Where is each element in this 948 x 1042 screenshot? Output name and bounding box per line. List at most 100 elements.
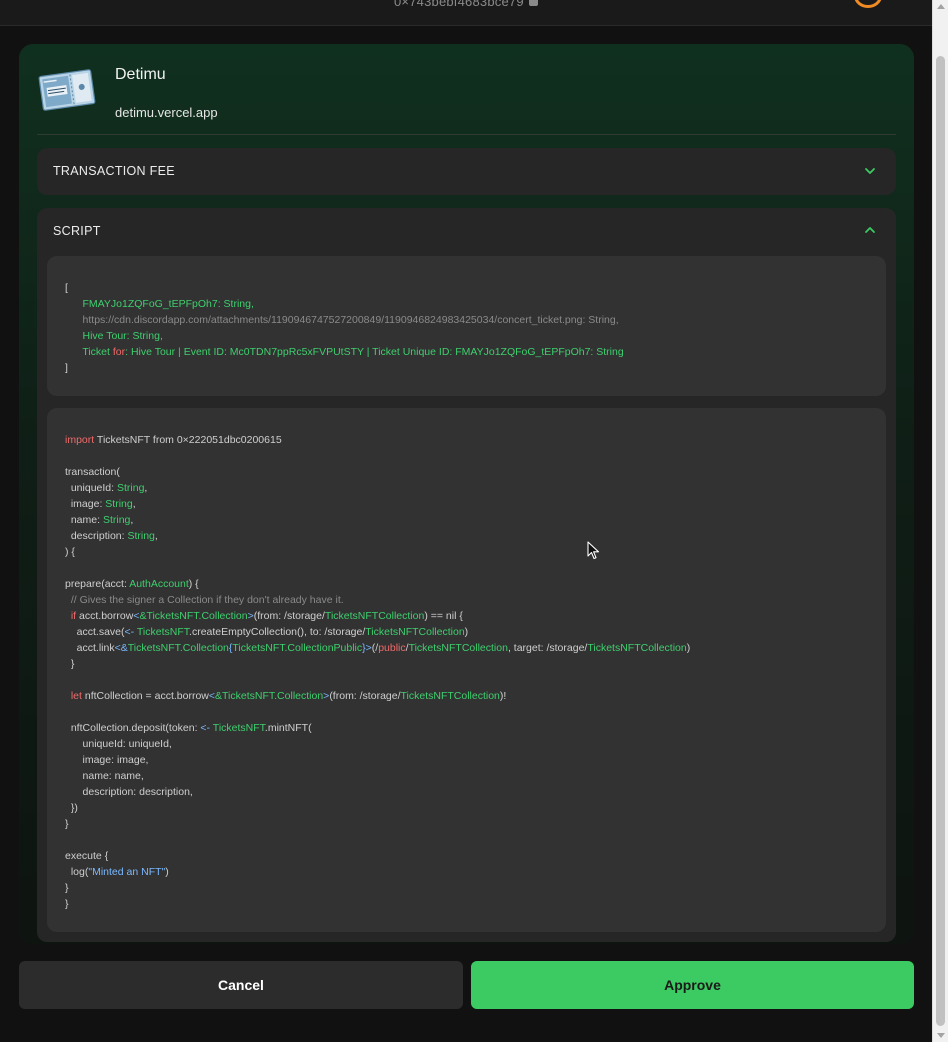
- code-line: import TicketsNFT from 0×222051dbc020061…: [65, 432, 868, 448]
- cancel-button[interactable]: Cancel: [19, 961, 463, 1009]
- keyword: let: [70, 690, 82, 702]
- code-text: ,: [154, 530, 158, 542]
- scroll-up-icon[interactable]: [937, 4, 945, 9]
- code-line: acct.save(<- TicketsNFT.createEmptyColle…: [65, 624, 868, 640]
- avatar[interactable]: [854, 0, 882, 8]
- scroll-down-icon[interactable]: [937, 1033, 945, 1038]
- code-text: prepare(acct:: [65, 578, 127, 590]
- code-line: https://cdn.discordapp.com/attachments/1…: [65, 312, 868, 328]
- code-line: }: [65, 896, 868, 912]
- code-text: ,: [144, 482, 148, 494]
- code-line: image: image,: [65, 752, 868, 768]
- code-line: nftCollection.deposit(token: <- TicketsN…: [65, 720, 868, 736]
- code-text: ,: [130, 514, 134, 526]
- code-line: if acct.borrow<&TicketsNFT.Collection>(f…: [65, 608, 868, 624]
- code-line: }: [65, 816, 868, 832]
- account-address: 0×743bebf4683bce79: [394, 0, 524, 9]
- code-text: acct.link: [76, 642, 115, 654]
- code-line: acct.link<&TicketsNFT.Collection{Tickets…: [65, 640, 868, 656]
- code-text: name:: [70, 514, 101, 526]
- bracket-close: ]: [65, 362, 68, 374]
- code-line: ) {: [65, 544, 868, 560]
- code-text: uniqueId:: [70, 482, 115, 494]
- transaction-fee-title: TRANSACTION FEE: [53, 164, 175, 178]
- app-name: Detimu: [115, 66, 166, 83]
- code-line: }): [65, 800, 868, 816]
- code-line: description: description,: [65, 784, 868, 800]
- code-line: let nftCollection = acct.borrow<&Tickets…: [65, 688, 868, 704]
- code-text: uniqueId: uniqueId,: [82, 738, 172, 750]
- code-text: }: [65, 898, 69, 910]
- type-name: TicketsNFT.CollectionPublic: [232, 642, 363, 654]
- code-line: transaction(: [65, 464, 868, 480]
- argument: FMAYJo1ZQFoG_tEPFpOh7: String,: [82, 298, 254, 310]
- scrollbar[interactable]: [932, 0, 948, 1042]
- string-literal: "Minted an NFT": [88, 866, 166, 878]
- type-name: TicketsNFT.Collection: [127, 642, 229, 654]
- keyword: for: [112, 346, 126, 358]
- argument: Hive Tour: String,: [82, 330, 163, 342]
- type-name: TicketsNFTCollection: [587, 642, 687, 654]
- code-text: image: image,: [82, 754, 149, 766]
- code-text: }: [65, 818, 69, 830]
- code-line: name: String,: [65, 512, 868, 528]
- cadence-code-box: import TicketsNFT from 0×222051dbc020061…: [47, 408, 886, 932]
- code-line: Hive Tour: String,: [65, 328, 868, 344]
- code-line: log("Minted an NFT"): [65, 864, 868, 880]
- code-line: }: [65, 656, 868, 672]
- code-text: }: [65, 882, 69, 894]
- transaction-fee-section[interactable]: TRANSACTION FEE: [37, 148, 896, 195]
- code-line: uniqueId: String,: [65, 480, 868, 496]
- code-line: prepare(acct: AuthAccount) {: [65, 576, 868, 592]
- code-text: name: name,: [82, 770, 144, 782]
- argument-prefix: Ticket: [82, 346, 110, 358]
- script-section: SCRIPT [ FMAYJo1ZQFoG_tEPFpOh7: String, …: [37, 208, 896, 942]
- code-text: acct.save(: [76, 626, 125, 638]
- code-text: .createEmptyCollection(), to: /storage/: [189, 626, 366, 638]
- code-text: )!: [499, 690, 507, 702]
- code-line: uniqueId: uniqueId,: [65, 736, 868, 752]
- type-name: TicketsNFT: [136, 626, 190, 638]
- punct: }>: [362, 642, 372, 654]
- code-line: // Gives the signer a Collection if they…: [65, 592, 868, 608]
- arguments-box: [ FMAYJo1ZQFoG_tEPFpOh7: String, https:/…: [47, 256, 886, 396]
- code-line: description: String,: [65, 528, 868, 544]
- code-text: description:: [70, 530, 125, 542]
- code-text: ) == nil {: [424, 610, 463, 622]
- chevron-down-icon[interactable]: [864, 165, 876, 177]
- argument: : Hive Tour | Event ID: Mc0TDN7ppRc5xFVP…: [125, 346, 624, 358]
- punct: <-: [200, 722, 211, 734]
- chevron-up-icon[interactable]: [864, 224, 876, 236]
- scrollbar-thumb[interactable]: [936, 56, 945, 1026]
- type-name: String: [116, 482, 145, 494]
- copy-icon[interactable]: [529, 0, 538, 6]
- type-name: TicketsNFTCollection: [400, 690, 500, 702]
- type-name: &TicketsNFT.Collection: [139, 610, 248, 622]
- divider: [37, 134, 896, 135]
- argument-type: : String,: [582, 314, 619, 326]
- keyword: import: [65, 434, 95, 446]
- app-url: detimu.vercel.app: [115, 105, 218, 120]
- code-text: image:: [70, 498, 103, 510]
- type-name: TicketsNFT: [212, 722, 265, 734]
- type-name: AuthAccount: [129, 578, 189, 590]
- argument-url: https://cdn.discordapp.com/attachments/1…: [82, 314, 583, 326]
- code-text: }: [70, 658, 75, 670]
- ticket-icon: [38, 69, 96, 111]
- approve-button[interactable]: Approve: [471, 961, 914, 1009]
- code-text: }): [70, 802, 78, 814]
- code-text: ): [464, 626, 469, 638]
- code-line: image: String,: [65, 496, 868, 512]
- code-text: description: description,: [82, 786, 193, 798]
- code-text: ) {: [188, 578, 199, 590]
- type-name: String: [105, 498, 133, 510]
- code-text: ): [686, 642, 691, 654]
- code-text: nftCollection = acct.borrow: [84, 690, 209, 702]
- type-name: String: [102, 514, 131, 526]
- code-text: nftCollection.deposit(token:: [70, 722, 198, 734]
- code-line: ]: [65, 360, 868, 376]
